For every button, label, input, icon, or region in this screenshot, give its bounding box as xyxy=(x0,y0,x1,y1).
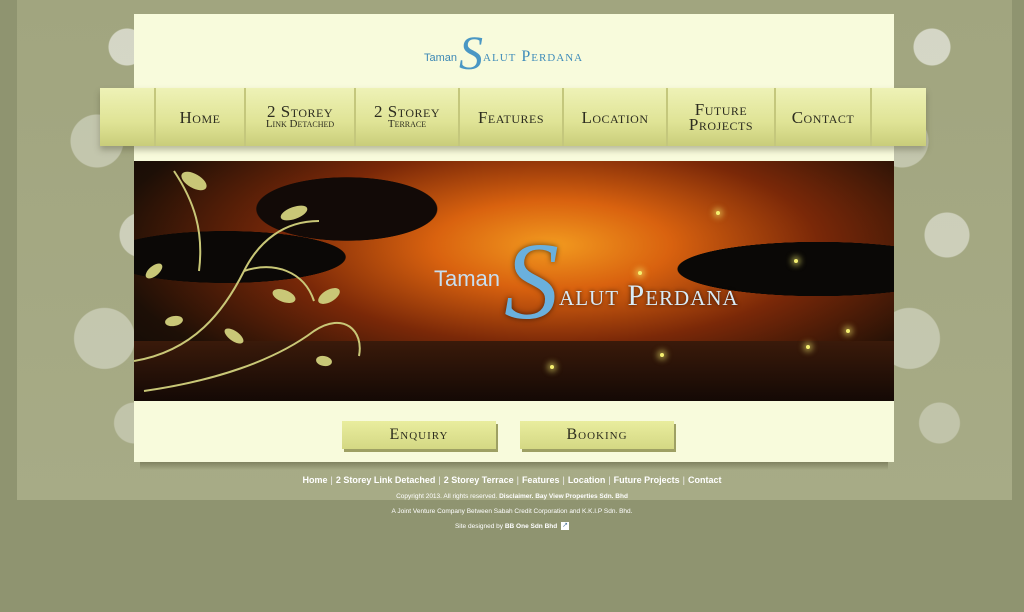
designed-by-label: Site designed by xyxy=(454,523,504,530)
designer-line: Site designed by BB One Sdn Bhd ↗ xyxy=(0,522,1024,531)
footer-link-future-projects[interactable]: Future Projects xyxy=(614,475,680,485)
enquiry-button[interactable]: Enquiry xyxy=(342,421,496,449)
firefly-sparkle-icon xyxy=(550,365,554,369)
nav-item-features[interactable]: Features xyxy=(460,88,564,146)
firefly-sparkle-icon xyxy=(846,329,850,333)
nav-label: Location xyxy=(581,107,649,127)
footer-link-features[interactable]: Features xyxy=(522,475,560,485)
nav-label: 2 Storey xyxy=(267,102,333,121)
site-logo[interactable]: Taman S alut Perdana xyxy=(424,22,624,88)
logo-s-letter: S xyxy=(459,27,484,80)
vine-ornament-icon xyxy=(134,170,361,392)
nav-left-cap xyxy=(100,88,156,146)
footer-separator: | xyxy=(608,475,611,485)
nav-item-2-storey-terrace[interactable]: 2 Storey Terrace xyxy=(356,88,460,146)
footer-link-2-storey-link-detached[interactable]: 2 Storey Link Detached xyxy=(336,475,436,485)
footer-separator: | xyxy=(438,475,441,485)
nav-label: Home xyxy=(179,107,221,127)
banner-logo-title: alut Perdana xyxy=(559,279,739,312)
footer-separator: | xyxy=(562,475,565,485)
banner-logo-s: S xyxy=(504,220,560,342)
action-buttons: Enquiry Booking xyxy=(342,421,676,451)
firefly-sparkle-icon xyxy=(806,345,810,349)
nav-label: Features xyxy=(477,107,545,127)
footer-links: Home | 2 Storey Link Detached | 2 Storey Ter… xyxy=(0,474,1024,486)
nav-label: Contact xyxy=(791,107,855,127)
firefly-sparkle-icon xyxy=(660,353,664,357)
firefly-sparkle-icon xyxy=(716,211,720,215)
copyright-line: Copyright 2013. All rights reserved. Dis… xyxy=(0,492,1024,501)
banner-logo: Taman S alut Perdana xyxy=(434,226,794,341)
nav-item-home[interactable]: Home xyxy=(156,88,246,146)
nav-label: 2 Storey xyxy=(374,102,440,121)
nav-item-contact[interactable]: Contact xyxy=(776,88,872,146)
nav-sublabel: Projects xyxy=(688,115,754,134)
footer: Home | 2 Storey Link Detached | 2 Storey Ter… xyxy=(0,474,1024,531)
nav-item-future-projects[interactable]: Future Projects xyxy=(668,88,776,146)
main-nav: Home 2 Storey Link Detached 2 Storey Ter… xyxy=(100,88,926,146)
copyright-text: Copyright 2013. All rights reserved. xyxy=(396,493,498,500)
logo-title-text: alut Perdana xyxy=(483,48,584,65)
company-name: Bay View Properties Sdn. Bhd xyxy=(535,493,628,500)
external-link-icon[interactable]: ↗ xyxy=(561,522,570,531)
joint-venture-line: A Joint Venture Company Between Sabah Cr… xyxy=(391,508,633,515)
disclaimer-link[interactable]: Disclaimer. xyxy=(499,493,533,500)
firefly-sparkle-icon xyxy=(638,271,642,275)
designer-link[interactable]: BB One Sdn Bhd xyxy=(505,523,557,530)
footer-link-contact[interactable]: Contact xyxy=(688,475,722,485)
footer-link-home[interactable]: Home xyxy=(302,475,327,485)
booking-button[interactable]: Booking xyxy=(520,421,674,449)
nav-sublabel: Terrace xyxy=(387,118,427,130)
firefly-sparkle-icon xyxy=(794,259,798,263)
nav-right-cap xyxy=(872,88,924,146)
footer-separator: | xyxy=(682,475,686,485)
nav-sublabel: Link Detached xyxy=(265,118,335,130)
container-shadow xyxy=(140,462,888,470)
nav-item-2-storey-link-detached[interactable]: 2 Storey Link Detached xyxy=(246,88,356,146)
logo-taman-text: Taman xyxy=(424,52,458,64)
hero-banner: Taman S alut Perdana xyxy=(134,161,894,401)
banner-logo-taman: Taman xyxy=(434,266,501,291)
nav-item-location[interactable]: Location xyxy=(564,88,668,146)
footer-link-location[interactable]: Location xyxy=(568,475,606,485)
footer-separator: | xyxy=(330,475,333,485)
footer-separator: | xyxy=(516,475,519,485)
footer-link-2-storey-terrace[interactable]: 2 Storey Terrace xyxy=(444,475,514,485)
